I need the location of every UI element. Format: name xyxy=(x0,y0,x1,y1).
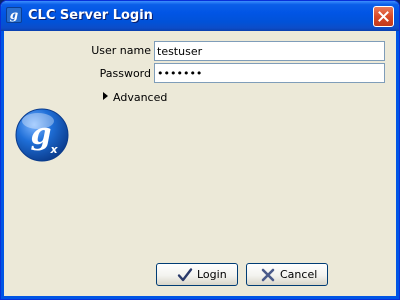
cancel-label: Cancel xyxy=(280,268,318,281)
password-input[interactable] xyxy=(154,63,385,83)
window-border-right xyxy=(396,31,399,299)
app-icon-letter: g xyxy=(9,8,19,22)
window-title: CLC Server Login xyxy=(28,8,153,23)
username-label: User name xyxy=(91,44,151,57)
logo-letter: g xyxy=(31,117,52,152)
window-border-left xyxy=(1,31,4,299)
expand-arrow-icon xyxy=(103,92,108,100)
login-label: Login xyxy=(197,268,227,281)
close-icon xyxy=(378,11,389,22)
login-dialog: g CLC Server Login User name Password Ad… xyxy=(0,0,400,300)
username-input[interactable] xyxy=(154,41,385,61)
close-button[interactable] xyxy=(373,6,394,27)
cancel-x-icon xyxy=(261,268,275,282)
logo-subscript: x xyxy=(49,143,58,156)
checkmark-icon xyxy=(177,268,193,282)
clc-logo: g x xyxy=(15,108,69,162)
login-button[interactable]: Login xyxy=(156,263,238,286)
advanced-toggle[interactable]: Advanced xyxy=(103,91,167,105)
title-bar[interactable]: g CLC Server Login xyxy=(1,1,399,31)
window-border-bottom xyxy=(1,296,399,299)
password-label: Password xyxy=(99,67,151,80)
advanced-label: Advanced xyxy=(113,91,168,104)
app-icon: g xyxy=(6,7,22,23)
cancel-button[interactable]: Cancel xyxy=(246,263,328,286)
